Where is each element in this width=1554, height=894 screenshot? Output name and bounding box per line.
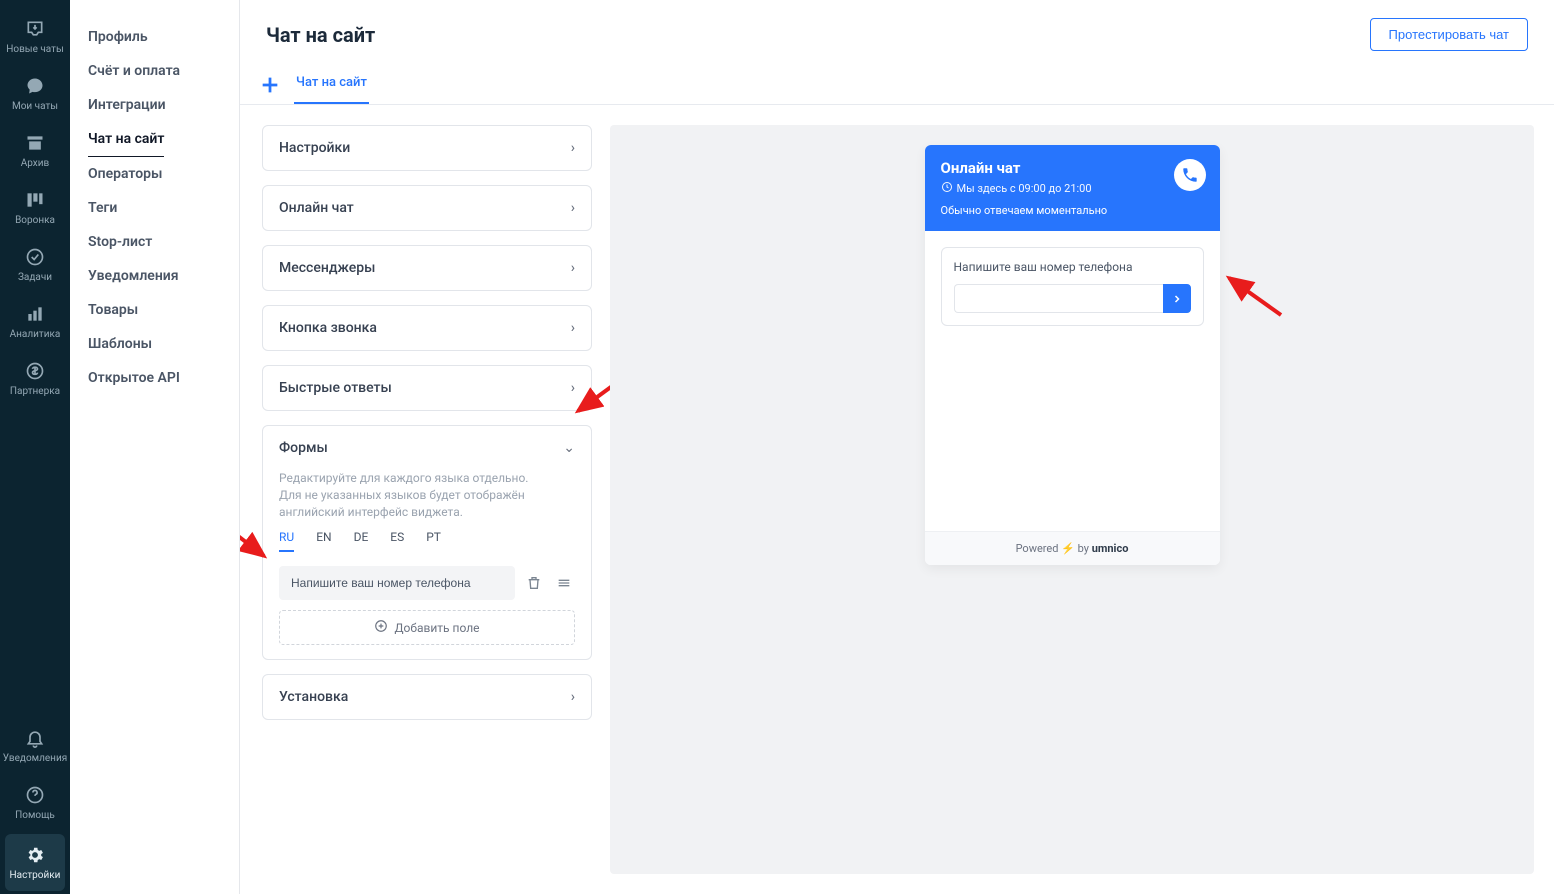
widget-title: Онлайн чат [941,159,1204,177]
add-field-label: Добавить поле [394,621,479,635]
chevron-down-icon: ⌄ [563,440,575,456]
menu-item-api[interactable]: Открытое API [88,361,221,395]
widget-form-label: Напишите ваш номер телефона [954,260,1191,274]
plus-circle-icon [374,619,388,636]
accordion-messengers[interactable]: Мессенджеры › [262,245,592,291]
add-tab-button[interactable] [258,73,282,97]
settings-submenu: Профиль Счёт и оплата Интеграции Чат на … [70,0,240,894]
bell-icon [24,727,46,749]
tab-livechat[interactable]: Чат на сайт [294,65,369,104]
question-circle-icon [24,784,46,806]
accordion-forms-header[interactable]: Формы ⌄ [263,426,591,470]
accordion-title: Кнопка звонка [279,320,377,336]
dollar-circle-icon [24,360,46,382]
accordion-forms: Формы ⌄ Редактируйте для каждого языка о… [262,425,592,660]
archive-icon [24,132,46,154]
sidebar-item-settings[interactable]: Настройки [5,834,65,891]
menu-item-templates[interactable]: Шаблоны [88,327,221,361]
accordion-title: Мессенджеры [279,260,375,276]
sidebar-label: Уведомления [3,753,67,764]
bolt-icon: ⚡ [1061,542,1075,555]
sidebar-item-notifications[interactable]: Уведомления [0,717,70,774]
sidebar-label: Партнерка [10,386,60,397]
sidebar-label: Мои чаты [12,101,58,112]
kanban-icon [24,189,46,211]
chevron-right-icon: › [571,320,575,336]
lang-tab-ru[interactable]: RU [279,530,294,552]
menu-item-billing[interactable]: Счёт и оплата [88,54,221,88]
accordion-install[interactable]: Установка › [262,674,592,720]
clock-icon [941,181,953,196]
form-field-input[interactable] [279,566,515,600]
forms-help-text: Редактируйте для каждого языка отдельно.… [279,470,575,520]
test-chat-button[interactable]: Протестировать чат [1370,18,1528,51]
chevron-right-icon: › [571,260,575,276]
accordion-title: Формы [279,440,328,456]
sidebar-item-analytics[interactable]: Аналитика [0,293,70,350]
widget-footer: Powered ⚡ by umnico [925,531,1220,565]
sidebar-item-new-chats[interactable]: Новые чаты [0,8,70,65]
widget-reply-note: Обычно отвечаем моментально [941,204,1204,217]
chevron-right-icon: › [571,140,575,156]
chevron-right-icon: › [571,689,575,705]
chat-icon [24,75,46,97]
accordion-call-button[interactable]: Кнопка звонка › [262,305,592,351]
chevron-right-icon: › [571,200,575,216]
chevron-right-icon: › [571,380,575,396]
sidebar-item-help[interactable]: Помощь [0,774,70,831]
accordion-settings[interactable]: Настройки › [262,125,592,171]
sidebar-label: Задачи [18,272,52,283]
accordion-title: Установка [279,689,348,705]
menu-item-operators[interactable]: Операторы [88,157,221,191]
widget-hours: Мы здесь с 09:00 до 21:00 [957,182,1092,195]
primary-sidebar: Новые чаты Мои чаты Архив Воронка Задачи… [0,0,70,894]
sidebar-label: Воронка [15,215,55,226]
annotation-arrow-icon [1219,270,1289,320]
bar-chart-icon [24,303,46,325]
lang-tab-en[interactable]: EN [316,530,331,552]
menu-item-notifications[interactable]: Уведомления [88,259,221,293]
menu-item-stoplist[interactable]: Stop-лист [88,225,221,259]
sidebar-label: Настройки [10,870,61,881]
sidebar-item-funnel[interactable]: Воронка [0,179,70,236]
accordion-quick-replies[interactable]: Быстрые ответы › [262,365,592,411]
delete-field-button[interactable] [523,572,545,594]
menu-item-goods[interactable]: Товары [88,293,221,327]
widget-preview: Онлайн чат Мы здесь с 09:00 до 21:00 Обы… [925,145,1220,565]
language-tabs: RU EN DE ES PT [279,530,575,552]
main-content: Чат на сайт Протестировать чат Чат на са… [240,0,1554,894]
drag-handle-icon[interactable] [553,572,575,594]
page-title: Чат на сайт [266,23,375,47]
accordion-title: Онлайн чат [279,200,354,216]
sidebar-item-my-chats[interactable]: Мои чаты [0,65,70,122]
sidebar-label: Помощь [15,810,55,821]
lang-tab-es[interactable]: ES [390,530,404,552]
widget-form-card: Напишите ваш номер телефона [941,247,1204,326]
sidebar-item-archive[interactable]: Архив [0,122,70,179]
check-circle-icon [24,246,46,268]
sidebar-label: Архив [21,158,50,169]
menu-item-livechat[interactable]: Чат на сайт [88,122,164,157]
sidebar-label: Аналитика [10,329,61,340]
menu-item-profile[interactable]: Профиль [88,20,221,54]
sidebar-item-tasks[interactable]: Задачи [0,236,70,293]
phone-badge-button[interactable] [1174,159,1206,191]
widget-header: Онлайн чат Мы здесь с 09:00 до 21:00 Обы… [925,145,1220,231]
inbox-download-icon [24,18,46,40]
add-field-button[interactable]: Добавить поле [279,610,575,645]
accordion-online-chat[interactable]: Онлайн чат › [262,185,592,231]
accordion-title: Настройки [279,140,350,156]
accordion-title: Быстрые ответы [279,380,392,396]
menu-item-tags[interactable]: Теги [88,191,221,225]
lang-tab-pt[interactable]: PT [426,530,441,552]
lang-tab-de[interactable]: DE [354,530,369,552]
sidebar-item-partner[interactable]: Партнерка [0,350,70,407]
gear-icon [24,844,46,866]
sidebar-label: Новые чаты [6,44,63,55]
widget-brand: umnico [1092,542,1129,555]
widget-submit-button[interactable] [1163,284,1191,313]
widget-phone-input[interactable] [954,284,1163,313]
menu-item-integrations[interactable]: Интеграции [88,88,221,122]
